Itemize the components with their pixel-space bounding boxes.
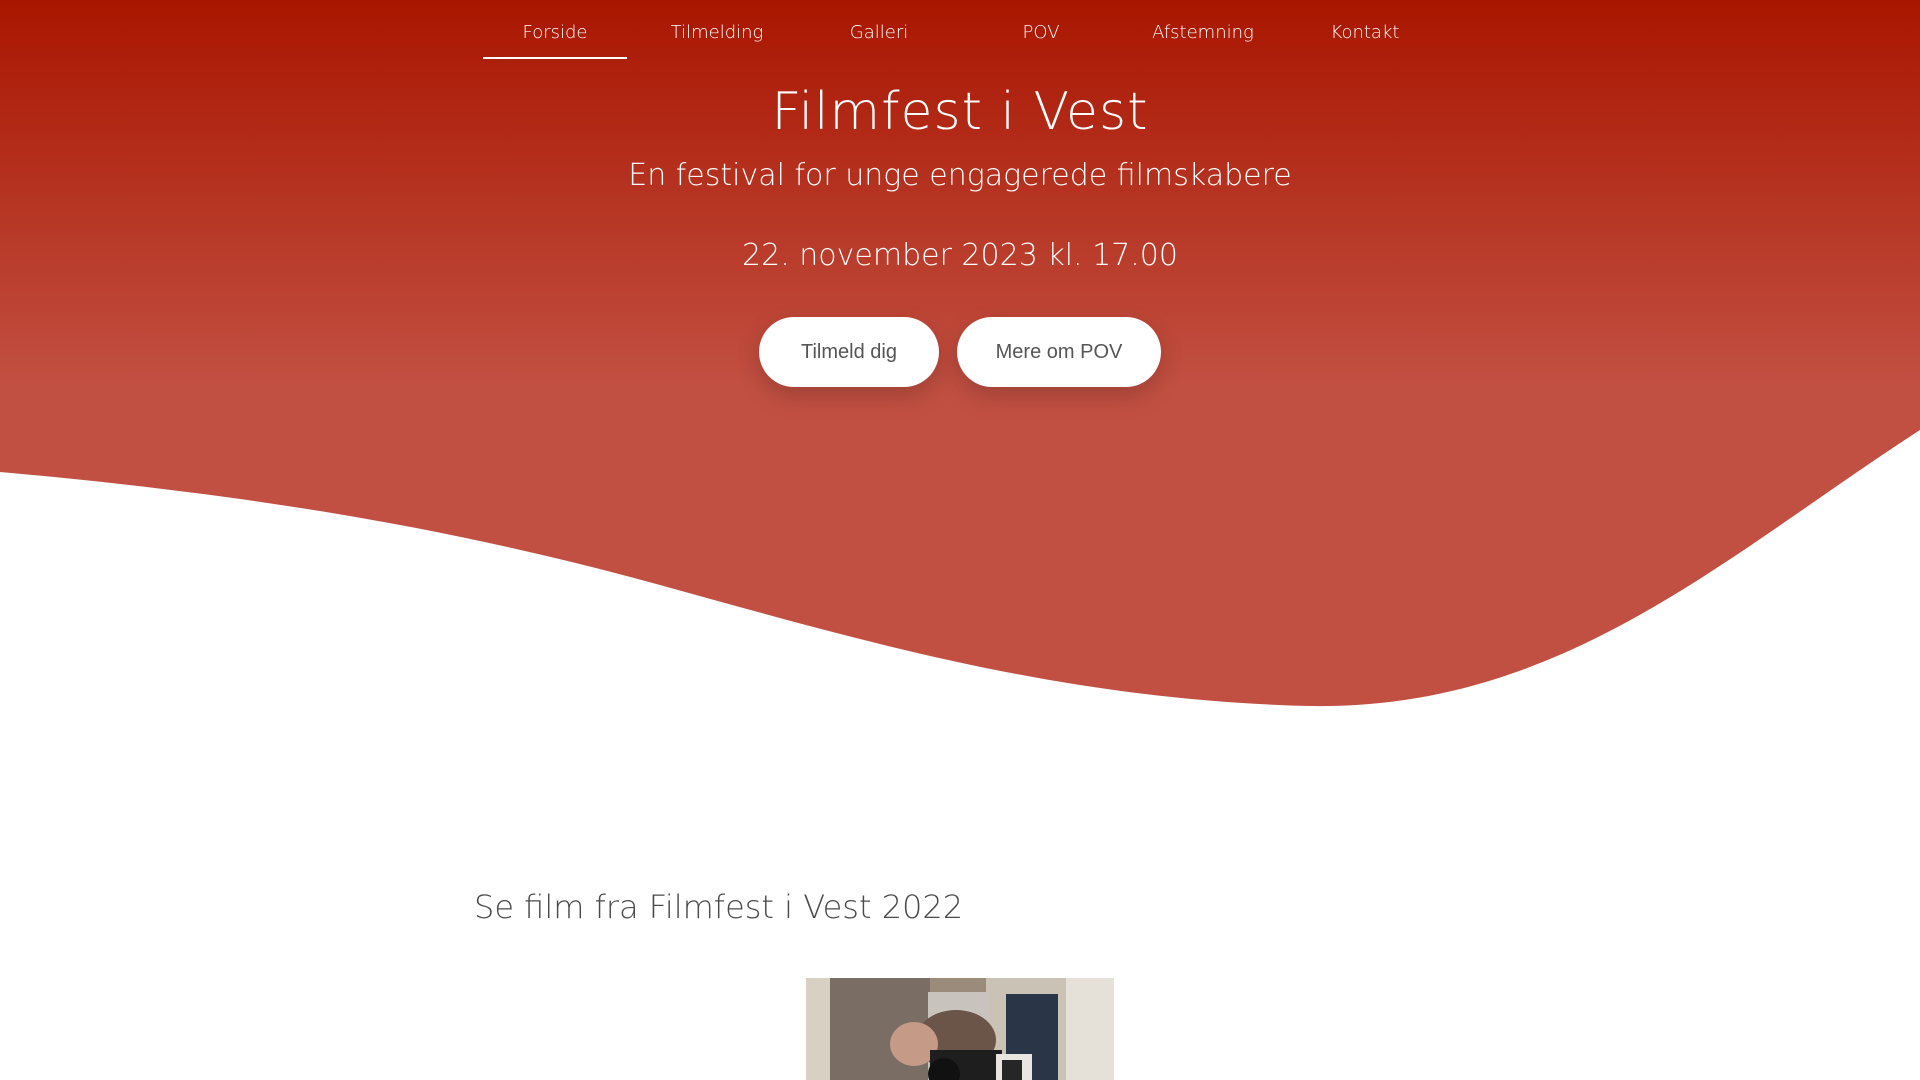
nav-item-forside[interactable]: Forside: [483, 22, 627, 59]
photographer-with-camera-image: [806, 978, 1114, 1080]
more-about-pov-button[interactable]: Mere om POV: [957, 317, 1161, 387]
page: Forside Tilmelding Galleri POV Afstemnin…: [0, 0, 1920, 1080]
event-date: 22. november 2023 kl. 17.00: [742, 238, 1178, 273]
video-thumbnail[interactable]: [806, 978, 1114, 1080]
hero-title: Filmfest i Vest: [771, 82, 1149, 142]
nav-item-galleri[interactable]: Galleri: [807, 22, 951, 57]
nav-item-pov[interactable]: POV: [969, 22, 1113, 57]
main-navigation: Forside Tilmelding Galleri POV Afstemnin…: [0, 0, 1920, 64]
nav-item-tilmelding[interactable]: Tilmelding: [645, 22, 789, 57]
films-section-title: Se film fra Filmfest i Vest 2022: [474, 888, 964, 926]
hero-subtitle: En festival for unge engagerede filmskab…: [628, 158, 1292, 193]
nav-item-afstemning[interactable]: Afstemning: [1131, 22, 1275, 57]
signup-button[interactable]: Tilmeld dig: [759, 317, 939, 387]
nav-item-kontakt[interactable]: Kontakt: [1293, 22, 1437, 57]
